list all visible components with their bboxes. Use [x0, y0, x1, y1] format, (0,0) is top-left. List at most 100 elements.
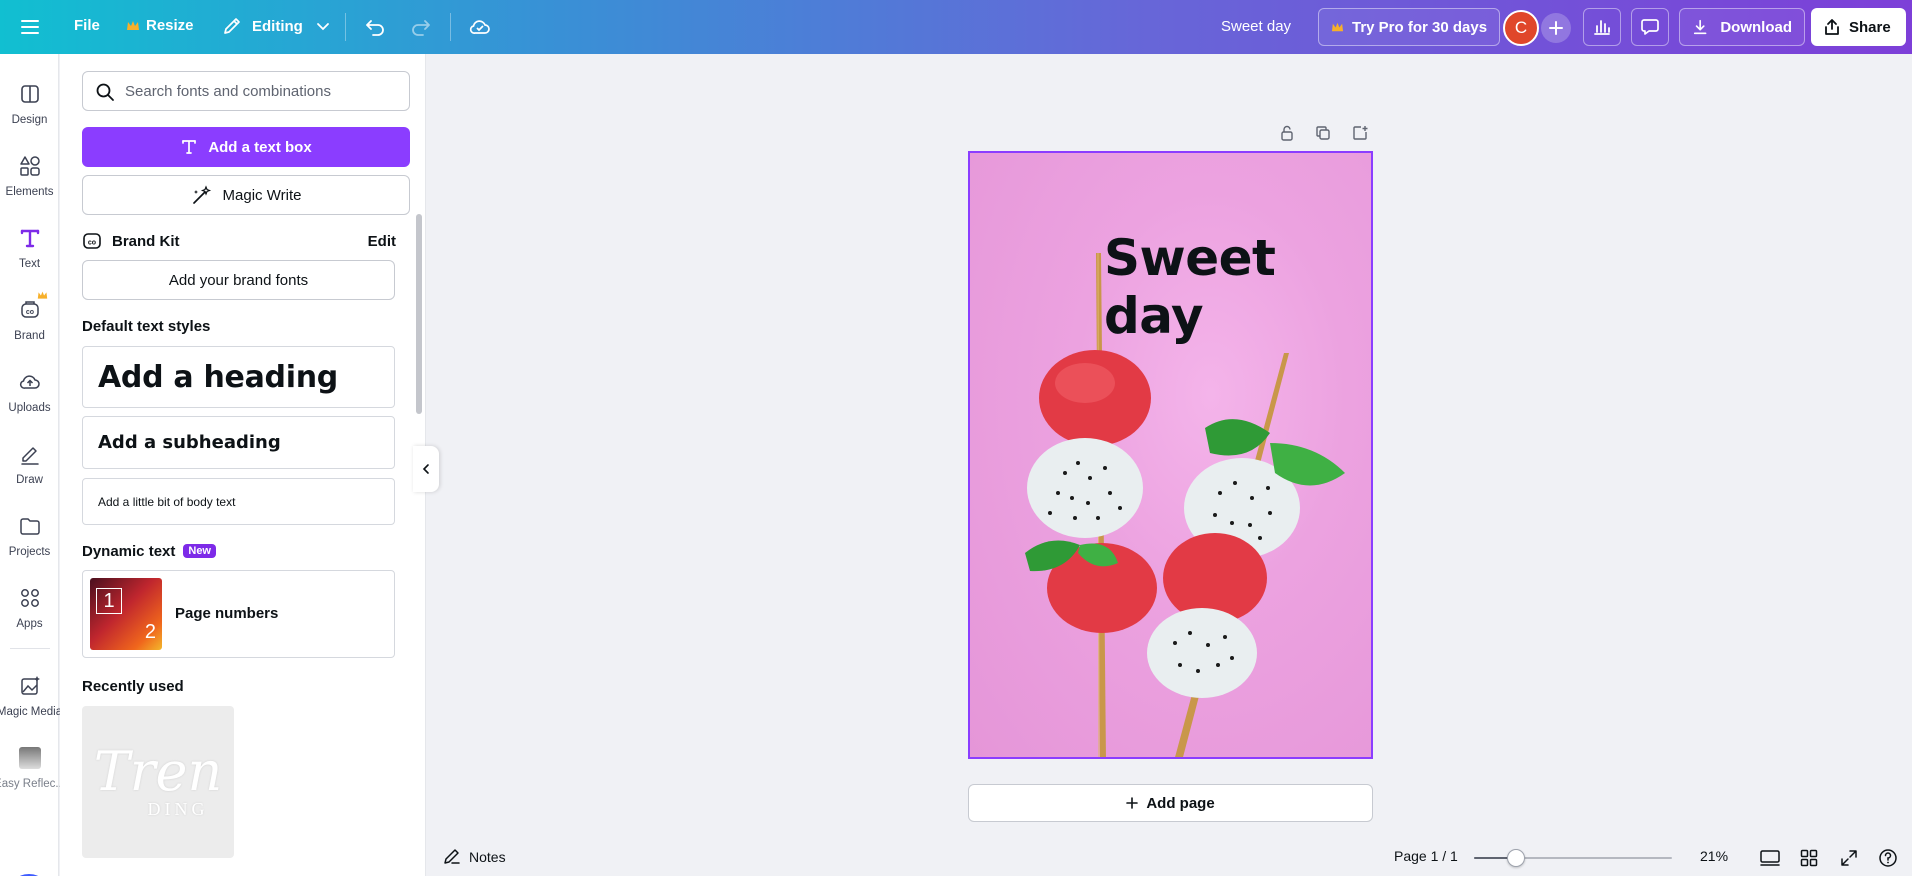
plus-icon [1126, 797, 1139, 809]
try-pro-button[interactable]: Try Pro for 30 days [1318, 8, 1501, 46]
text-panel: Search fonts and combinations Add a text… [60, 54, 426, 876]
text-icon [182, 140, 197, 154]
invite-button[interactable] [1541, 13, 1571, 43]
magic-media-icon [10, 666, 50, 706]
design-page[interactable]: Sweet day [968, 151, 1373, 759]
left-rail: Design Elements Text co Brand Uploads Dr… [0, 54, 65, 876]
comments-button[interactable] [1631, 8, 1669, 46]
add-brand-fonts-button[interactable]: Add your brand fonts [82, 260, 395, 300]
rail-item-apps[interactable]: Apps [0, 578, 59, 642]
easy-reflections-icon [10, 738, 50, 778]
hamburger-icon [21, 20, 39, 34]
grid-icon [1800, 849, 1818, 867]
rail-item-brand[interactable]: co Brand [0, 290, 59, 354]
rail-item-magic-media[interactable]: Magic Media [0, 666, 62, 730]
apps-icon [10, 578, 50, 618]
brand-kit-row: co Brand Kit Edit [82, 228, 396, 254]
fullscreen-button[interactable] [1840, 849, 1858, 867]
panel-scrollbar[interactable] [416, 214, 422, 414]
page-indicator[interactable]: Page 1 / 1 [1394, 848, 1458, 864]
pencil-icon [224, 18, 240, 34]
page-numbers-thumbnail: 1 2 [90, 578, 162, 650]
default-text-styles-title: Default text styles [82, 318, 211, 335]
design-icon [10, 74, 50, 114]
search-placeholder: Search fonts and combinations [125, 82, 331, 100]
toolbar-divider [450, 13, 451, 41]
page-view-button[interactable] [1760, 849, 1780, 867]
editing-mode-dropdown[interactable]: Editing [222, 16, 331, 36]
zoom-percentage[interactable]: 21% [1700, 848, 1728, 864]
collapse-panel-button[interactable] [413, 446, 439, 492]
grid-view-button[interactable] [1800, 849, 1818, 867]
bar-chart-icon [1594, 20, 1610, 35]
crown-icon [37, 291, 47, 299]
page-number-one: 1 [96, 588, 122, 614]
expand-icon [1841, 850, 1857, 866]
recent-font-combination[interactable]: Tren DING [82, 706, 234, 858]
share-button[interactable]: Share [1811, 8, 1906, 46]
folder-icon [10, 506, 50, 546]
add-text-box-button[interactable]: Add a text box [82, 127, 410, 167]
avatar[interactable]: C [1503, 10, 1539, 46]
brand-kit-edit-link[interactable]: Edit [368, 233, 396, 250]
add-subheading-button[interactable]: Add a subheading [82, 416, 395, 469]
brand-kit-icon: co [83, 233, 101, 249]
rail-item-elements[interactable]: Elements [0, 146, 59, 210]
pen-icon [10, 434, 50, 474]
magic-write-button[interactable]: Magic Write [82, 175, 410, 215]
page-number-two: 2 [144, 621, 156, 643]
help-button[interactable] [1878, 848, 1898, 868]
rail-item-design[interactable]: Design [0, 74, 59, 138]
dynamic-text-title: Dynamic text New [82, 543, 216, 560]
plus-icon [1549, 21, 1563, 35]
undo-button[interactable] [364, 16, 386, 38]
search-input[interactable]: Search fonts and combinations [82, 71, 410, 111]
rail-divider [10, 648, 50, 649]
rail-item-text[interactable]: Text [0, 218, 59, 282]
chevron-left-icon [422, 464, 429, 474]
add-page-button[interactable]: Add page [968, 784, 1373, 822]
page-numbers-card[interactable]: 1 2 Page numbers [82, 570, 395, 658]
text-icon [9, 218, 50, 258]
menu-button[interactable] [20, 17, 40, 37]
undo-icon [366, 20, 384, 36]
add-page-icon [1353, 126, 1368, 140]
top-bar: File Resize Editing Sweet day Try Pro fo… [0, 0, 1912, 54]
add-page-top-button[interactable] [1349, 122, 1371, 144]
document-title[interactable]: Sweet day [1221, 18, 1291, 35]
svg-text:co: co [25, 309, 33, 316]
comment-icon [1641, 19, 1659, 35]
add-body-text-button[interactable]: Add a little bit of body text [82, 478, 395, 525]
recently-used-title: Recently used [82, 678, 184, 695]
share-icon [1825, 19, 1839, 35]
lock-page-button[interactable] [1276, 122, 1298, 144]
rail-item-projects[interactable]: Projects [0, 506, 59, 570]
rail-item-easy-reflections[interactable]: Easy Reflec... [0, 738, 65, 802]
new-badge: New [183, 544, 216, 558]
resize-button[interactable]: Resize [126, 17, 194, 34]
redo-icon [412, 20, 430, 36]
redo-button[interactable] [410, 16, 432, 38]
crown-icon [127, 20, 139, 30]
save-status-button[interactable] [468, 15, 492, 39]
zoom-slider-thumb[interactable] [1506, 849, 1525, 867]
duplicate-page-button[interactable] [1312, 122, 1334, 144]
search-icon [96, 83, 114, 101]
file-menu[interactable]: File [74, 17, 100, 34]
notes-icon [444, 849, 460, 864]
download-button[interactable]: Download [1679, 8, 1805, 46]
add-heading-button[interactable]: Add a heading [82, 346, 395, 408]
rail-item-uploads[interactable]: Uploads [0, 362, 59, 426]
magic-wand-icon [192, 185, 211, 204]
crown-icon [1331, 22, 1344, 31]
rail-item-draw[interactable]: Draw [0, 434, 59, 498]
cloud-check-icon [469, 20, 490, 34]
insights-button[interactable] [1583, 8, 1621, 46]
download-icon [1693, 19, 1707, 35]
brand-icon: co [10, 290, 50, 330]
lock-icon [1281, 125, 1293, 141]
upload-cloud-icon [10, 362, 50, 402]
page-heading-text[interactable]: Sweet day [1104, 229, 1371, 345]
svg-text:co: co [88, 240, 96, 247]
notes-button[interactable]: Notes [443, 848, 506, 866]
